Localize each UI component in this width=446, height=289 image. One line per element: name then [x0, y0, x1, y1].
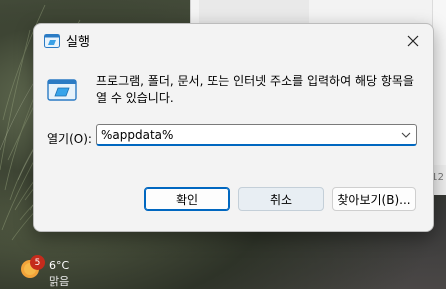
close-icon	[407, 35, 419, 47]
cancel-button[interactable]: 취소	[238, 187, 324, 211]
open-input-value[interactable]: %appdata%	[101, 128, 173, 142]
weather-temperature[interactable]: 6°C	[49, 259, 69, 272]
dialog-title: 실행	[66, 35, 90, 50]
title-bar[interactable]: 실행	[34, 24, 433, 58]
description-text: 프로그램, 폴더, 문서, 또는 인터넷 주소를 입력하여 해당 항목을 열 수…	[96, 74, 414, 105]
run-app-icon	[44, 34, 60, 48]
weather-condition[interactable]: 맑음	[49, 273, 69, 289]
run-program-icon	[47, 79, 77, 101]
dialog-footer: 확인 취소 찾아보기(B)...	[34, 174, 433, 231]
ok-button[interactable]: 확인	[144, 187, 230, 211]
run-dialog: 실행 프로그램, 폴더, 문서, 또는 인터넷 주소를 입력하여 해당 항목을 …	[33, 23, 434, 232]
chevron-down-icon[interactable]	[401, 130, 411, 140]
browse-button[interactable]: 찾아보기(B)...	[332, 187, 416, 211]
open-input[interactable]: %appdata%	[96, 124, 417, 146]
close-button[interactable]	[395, 26, 431, 56]
weather-badge: 5	[30, 255, 45, 270]
open-label: 열기(O):	[47, 132, 92, 146]
